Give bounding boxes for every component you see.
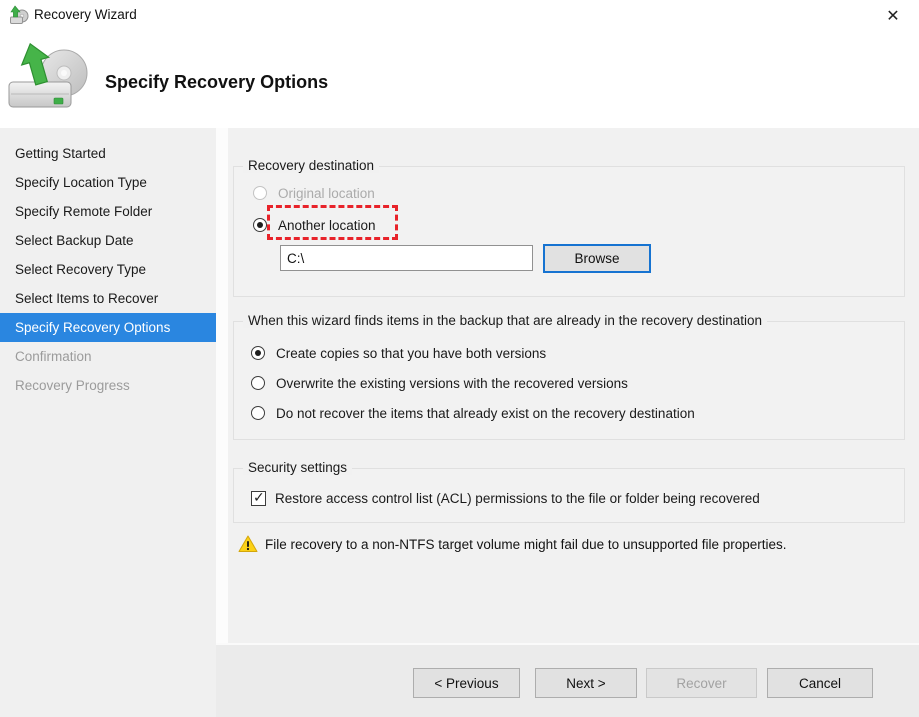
recovery-destination-group-label: Recovery destination <box>243 158 380 173</box>
destination-path-input[interactable] <box>280 245 533 271</box>
recovery-disk-icon <box>8 42 88 108</box>
create-copies-label[interactable]: Create copies so that you have both vers… <box>276 346 546 361</box>
create-copies-radio[interactable] <box>251 346 265 360</box>
original-location-label: Original location <box>278 185 375 201</box>
recovery-destination-group: Recovery destination Original location A… <box>233 158 905 297</box>
recover-button: Recover <box>646 668 757 698</box>
original-location-radio <box>253 186 267 200</box>
sidebar-item-recovery-progress: Recovery Progress <box>15 378 130 393</box>
titlebar: Recovery Wizard ✕ <box>0 0 919 30</box>
sidebar-item-specify-recovery-options[interactable]: Specify Recovery Options <box>0 313 216 342</box>
browse-button[interactable]: Browse <box>543 244 651 273</box>
security-settings-group: Security settings Restore access control… <box>233 460 905 523</box>
do-not-recover-radio[interactable] <box>251 406 265 420</box>
original-location-option: Original location <box>253 184 375 202</box>
sidebar-item-specify-location-type[interactable]: Specify Location Type <box>0 168 216 197</box>
conflict-handling-group-label: When this wizard finds items in the back… <box>243 313 768 328</box>
do-not-recover-option[interactable]: Do not recover the items that already ex… <box>251 404 695 422</box>
sidebar-item-specify-remote-folder[interactable]: Specify Remote Folder <box>0 197 216 226</box>
close-icon[interactable]: ✕ <box>879 4 907 28</box>
restore-acl-label[interactable]: Restore access control list (ACL) permis… <box>275 491 760 506</box>
previous-button[interactable]: < Previous <box>413 668 520 698</box>
sidebar-item-select-recovery-type[interactable]: Select Recovery Type <box>0 255 216 284</box>
another-location-option[interactable]: Another location <box>253 216 376 234</box>
wizard-steps-sidebar: Getting Started Specify Location Type Sp… <box>0 128 216 717</box>
cancel-button[interactable]: Cancel <box>767 668 873 698</box>
sidebar-item-select-backup-date[interactable]: Select Backup Date <box>0 226 216 255</box>
restore-acl-option[interactable]: Restore access control list (ACL) permis… <box>251 489 760 507</box>
page-title: Specify Recovery Options <box>105 72 329 92</box>
restore-acl-checkbox[interactable] <box>251 489 266 506</box>
overwrite-option[interactable]: Overwrite the existing versions with the… <box>251 374 628 392</box>
create-copies-option[interactable]: Create copies so that you have both vers… <box>251 344 546 362</box>
security-settings-group-label: Security settings <box>243 460 353 475</box>
overwrite-label[interactable]: Overwrite the existing versions with the… <box>276 376 628 391</box>
window-title: Recovery Wizard <box>34 7 137 22</box>
another-location-radio[interactable] <box>253 218 267 232</box>
app-icon <box>10 5 29 24</box>
sidebar-item-getting-started[interactable]: Getting Started <box>0 139 216 168</box>
wizard-header: Specify Recovery Options <box>0 30 919 128</box>
recovery-wizard-window: Recovery Wizard ✕ Specify Recovery Optio… <box>0 0 919 717</box>
next-button[interactable]: Next > <box>535 668 637 698</box>
another-location-label[interactable]: Another location <box>278 218 376 233</box>
do-not-recover-label[interactable]: Do not recover the items that already ex… <box>276 406 695 421</box>
sidebar-content-divider <box>216 128 228 717</box>
sidebar-item-select-items-to-recover[interactable]: Select Items to Recover <box>0 284 216 313</box>
warning-text: File recovery to a non-NTFS target volum… <box>265 536 787 552</box>
overwrite-radio[interactable] <box>251 376 265 390</box>
ntfs-warning: File recovery to a non-NTFS target volum… <box>238 535 787 553</box>
sidebar-item-confirmation: Confirmation <box>15 349 92 364</box>
conflict-handling-group: When this wizard finds items in the back… <box>233 313 905 440</box>
wizard-footer: < Previous Next > Recover Cancel <box>216 643 919 717</box>
warning-icon <box>238 535 258 552</box>
